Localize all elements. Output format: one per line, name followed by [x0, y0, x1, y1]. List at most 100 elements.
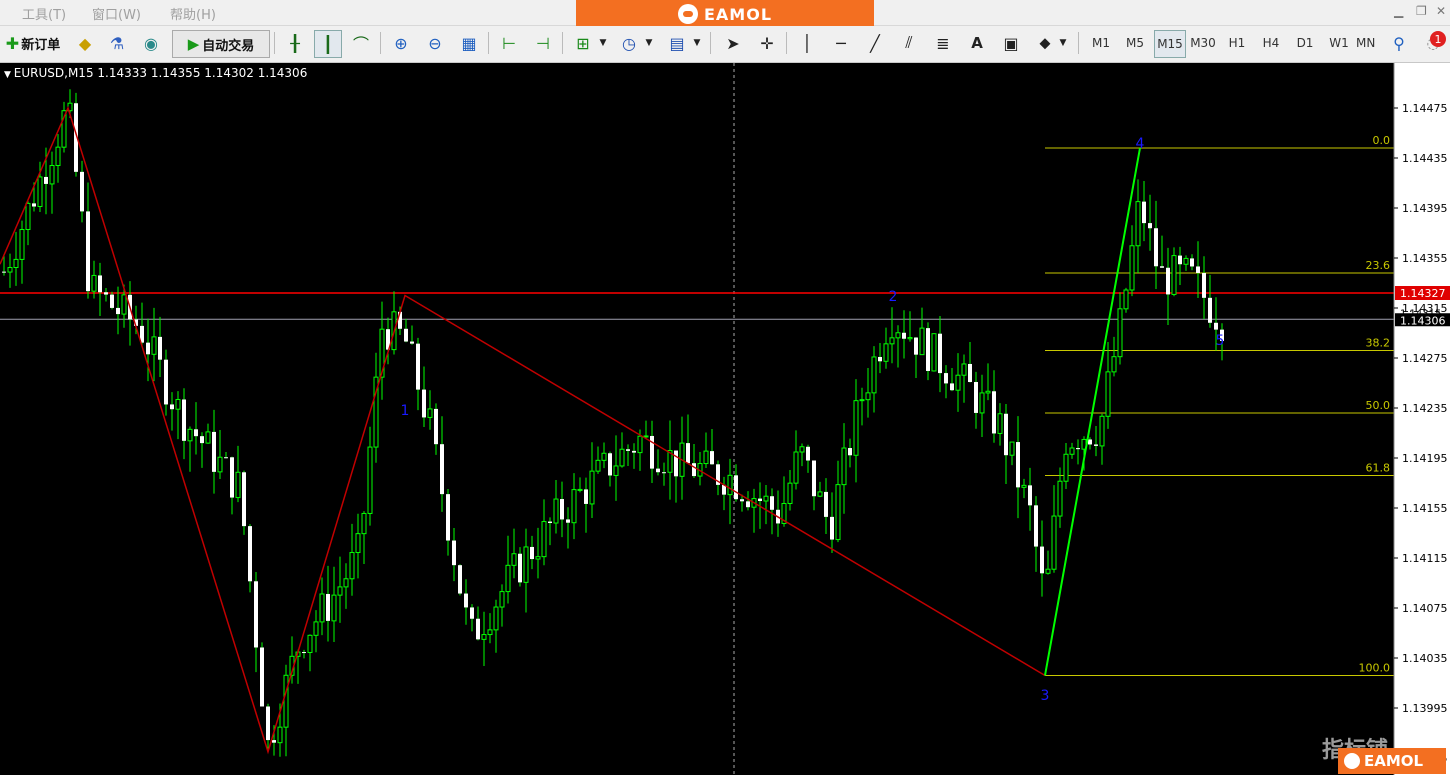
tf-d1[interactable]: D1: [1290, 30, 1320, 56]
candle-body-bull: [355, 533, 361, 554]
menu-window[interactable]: 窗口(W): [92, 4, 141, 23]
signal-icon[interactable]: ◉: [138, 30, 164, 56]
new-order-button[interactable]: ✚ 新订单: [0, 30, 66, 56]
price-level-label: 1.14235: [1402, 402, 1448, 415]
fib-level-label: 100.0: [1359, 662, 1391, 675]
candle-body-bull: [481, 634, 487, 640]
tf-m1[interactable]: M1: [1086, 30, 1116, 56]
candle-body-bear: [608, 453, 612, 476]
text-label-icon[interactable]: ▣: [998, 30, 1024, 56]
candle-body-bear: [1214, 322, 1218, 330]
text-tool-icon[interactable]: A: [964, 30, 990, 56]
arrows-dropdown-icon[interactable]: ▼: [1058, 30, 1068, 56]
candle-body-bull: [13, 258, 19, 268]
candle-body-bear: [1148, 223, 1152, 229]
tf-m15[interactable]: M15: [1154, 30, 1186, 58]
tf-mn[interactable]: MN: [1356, 30, 1378, 56]
auto-trade-button[interactable]: ▶ 自动交易: [172, 30, 270, 58]
zoom-out-icon[interactable]: ⊖: [422, 30, 448, 56]
candle-body-bull: [871, 356, 877, 394]
candle-body-bull: [571, 489, 577, 524]
candle-body-bull: [985, 390, 991, 394]
horizontal-line-icon[interactable]: ─: [828, 30, 854, 56]
candle-body-bear: [740, 499, 744, 502]
tile-windows-icon[interactable]: ▦: [456, 30, 482, 56]
candle-body-bear: [974, 381, 978, 413]
notifications-button[interactable]: ◌ 1: [1418, 30, 1448, 56]
zoom-in-icon[interactable]: ⊕: [388, 30, 414, 56]
fib-level-label: 23.6: [1366, 259, 1391, 272]
close-button[interactable]: ✕: [1436, 4, 1446, 18]
vertical-line-icon[interactable]: │: [794, 30, 820, 56]
menu-tools[interactable]: 工具(T): [22, 4, 66, 23]
candle-body-bull: [7, 266, 13, 273]
templates-dropdown-icon[interactable]: ▼: [692, 30, 702, 56]
search-icon[interactable]: ⚲: [1386, 30, 1412, 56]
price-chart[interactable]: 0.0 23.6 38.2 50.0 61.8 100.0 1 2 3 4 5 1.14475 1.…: [0, 63, 1450, 775]
candle-body-bear: [560, 499, 564, 520]
bar-chart-icon[interactable]: ╂: [282, 30, 308, 56]
candle-body-bull: [727, 474, 733, 496]
candle-body-bear: [422, 389, 426, 418]
candle-body-bull: [835, 484, 841, 541]
candle-body-bear: [1208, 297, 1212, 323]
cursor-icon[interactable]: ➤: [720, 30, 746, 56]
candle-body-bull: [1117, 308, 1123, 358]
chart-window[interactable]: 0.0 23.6 38.2 50.0 61.8 100.0 1 2 3 4 5 1.14475 1.…: [0, 63, 1450, 775]
periods-dropdown-icon[interactable]: ▼: [644, 30, 654, 56]
minimize-button[interactable]: ▁: [1394, 4, 1403, 18]
candle-body-bear: [830, 516, 834, 540]
candle-body-bear: [1202, 272, 1206, 298]
line-chart-icon[interactable]: ⌒: [348, 30, 374, 56]
periods-icon[interactable]: ◷: [616, 30, 642, 56]
tf-m30[interactable]: M30: [1188, 30, 1218, 56]
market-icon[interactable]: ⚗: [104, 30, 130, 56]
trendline-icon[interactable]: ╱: [862, 30, 888, 56]
restore-button[interactable]: ❐: [1416, 4, 1427, 18]
channel-icon[interactable]: ⫽: [896, 30, 922, 56]
candle-body-bull: [505, 564, 511, 593]
chart-shift-icon[interactable]: ⊣: [530, 30, 556, 56]
candle-body-bear: [686, 443, 690, 464]
candle-body-bear: [878, 356, 882, 362]
candle-body-bear: [1004, 413, 1008, 456]
candle-body-bear: [158, 336, 162, 360]
candle-body-bear: [770, 496, 774, 510]
candle-body-bear: [1016, 442, 1020, 488]
candle-body-bull: [613, 465, 619, 476]
tf-w1[interactable]: W1: [1324, 30, 1354, 56]
candle-body-bear: [626, 449, 630, 451]
candle-body-bull: [427, 408, 433, 418]
wave-label-1: 1: [401, 403, 410, 419]
candle-body-bear: [272, 740, 276, 743]
arrows-icon[interactable]: ⬥: [1032, 30, 1058, 56]
indicators-dropdown-icon[interactable]: ▼: [598, 30, 608, 56]
menu-help[interactable]: 帮助(H): [170, 4, 216, 23]
candle-body-bear: [1034, 505, 1038, 547]
candle-body-bull: [589, 470, 595, 505]
candle-body-bull: [961, 363, 967, 376]
tf-m5[interactable]: M5: [1120, 30, 1150, 56]
crosshair-icon[interactable]: ✛: [754, 30, 780, 56]
candle-body-bull: [889, 337, 895, 345]
templates-icon[interactable]: ▤: [664, 30, 690, 56]
menu-bar: 工具(T) 窗口(W) 帮助(H) EAMOL ▁ ❐ ✕: [0, 0, 1450, 28]
gold-icon[interactable]: ◆: [72, 30, 98, 56]
candle-body-bear: [926, 328, 930, 371]
candle-body-bull: [205, 431, 211, 444]
candle-body-bear: [224, 457, 228, 459]
candle-body-bull: [577, 488, 583, 491]
notification-badge: 1: [1430, 31, 1446, 47]
tf-h1[interactable]: H1: [1222, 30, 1252, 56]
auto-trade-icon: ▶: [187, 35, 200, 53]
indicators-icon[interactable]: ⊞: [570, 30, 596, 56]
candle-body-bear: [86, 211, 90, 292]
autoscroll-icon[interactable]: ⊢: [496, 30, 522, 56]
candle-chart-icon[interactable]: ┃: [314, 30, 342, 58]
candle-body-bear: [458, 565, 462, 594]
tf-h4[interactable]: H4: [1256, 30, 1286, 56]
fibonacci-icon[interactable]: ≣: [930, 30, 956, 56]
chart-symbol-info: EURUSD,M15 1.14333 1.14355 1.14302 1.143…: [13, 66, 308, 80]
candle-body-bull: [619, 448, 625, 467]
candle-body-bear: [302, 652, 306, 654]
